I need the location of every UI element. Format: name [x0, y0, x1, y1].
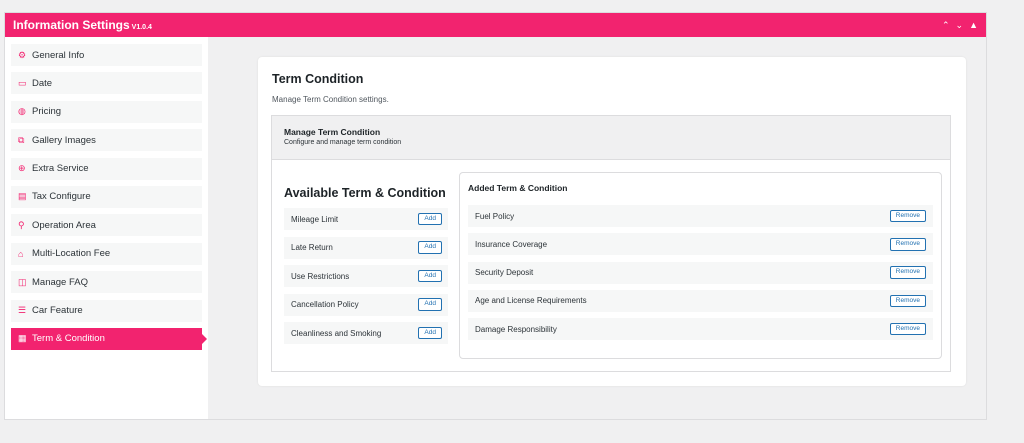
sidebar-item-label: Tax Configure [32, 191, 91, 203]
item-label: Insurance Coverage [475, 239, 548, 249]
sidebar-item-label: Car Feature [32, 305, 83, 317]
sidebar-item-label: Date [32, 77, 53, 89]
remove-button[interactable]: Remove [889, 266, 926, 279]
add-button[interactable]: Add [418, 298, 442, 311]
calendar-icon: ▭ [18, 77, 27, 88]
list-item: Age and License Requirements Remove [468, 289, 933, 312]
location-icon: ⌂ [18, 248, 24, 259]
section-title: Manage Term Condition [284, 127, 381, 137]
chevron-down-icon[interactable]: ⌄ [956, 20, 964, 31]
list-item: Fuel Policy Remove [468, 205, 933, 227]
sidebar-item-gallery-images[interactable]: ⧉ Gallery Images [11, 129, 202, 152]
item-label: Late Return [291, 243, 333, 252]
sidebar-item-label: Multi-Location Fee [32, 248, 111, 260]
remove-button[interactable]: Remove [889, 238, 926, 251]
triangle-up-icon[interactable]: ▲ [969, 20, 978, 31]
panel-title-text: Information Settings [13, 18, 130, 32]
manage-section: Manage Term Condition Configure and mana… [271, 115, 951, 372]
remove-button[interactable]: Remove [889, 209, 926, 223]
list-item: Cancellation Policy Add [284, 293, 448, 316]
version-label: V1.0.4 [131, 24, 152, 31]
sidebar-item-label: Term & Condition [32, 333, 105, 345]
document-icon: ▦ [18, 333, 27, 344]
panel-controls: ⌃ ⌄ ▲ [942, 20, 978, 31]
service-icon: ⊕ [18, 163, 26, 174]
sidebar-item-car-feature[interactable]: ☰ Car Feature [11, 299, 202, 322]
sidebar-item-tax-configure[interactable]: ▤ Tax Configure [11, 185, 202, 208]
sidebar-item-label: Operation Area [32, 219, 96, 231]
sidebar-item-label: Gallery Images [32, 134, 96, 146]
money-icon: ◍ [18, 106, 26, 117]
sidebar-item-label: Manage FAQ [32, 276, 88, 288]
chevron-up-icon[interactable]: ⌃ [942, 20, 950, 31]
add-button[interactable]: Add [418, 326, 442, 340]
sidebar-item-label: General Info [32, 49, 85, 61]
list-item: Cleanliness and Smoking Add [284, 322, 448, 344]
section-subtitle: Configure and manage term condition [284, 139, 402, 146]
sidebar-item-manage-faq[interactable]: ◫ Manage FAQ [11, 271, 202, 294]
page-subtitle: Manage Term Condition settings. [272, 95, 389, 104]
available-title: Available Term & Condition [284, 186, 446, 200]
page-title: Term Condition [272, 72, 364, 86]
list-icon: ☰ [18, 305, 27, 316]
settings-panel: Information Settings V1.0.4 ⌃ ⌄ ▲ ⚙ Genera… [4, 12, 987, 420]
section-header: Manage Term Condition Configure and mana… [272, 116, 950, 160]
settings-card: Term Condition Manage Term Condition set… [258, 57, 966, 386]
item-label: Fuel Policy [475, 211, 515, 221]
remove-button[interactable]: Remove [889, 294, 926, 308]
list-item: Use Restrictions Add [284, 265, 448, 287]
sidebar-item-general-info[interactable]: ⚙ General Info [11, 44, 202, 66]
list-item: Damage Responsibility Remove [468, 318, 933, 341]
item-label: Use Restrictions [291, 271, 350, 281]
sidebar-item-term-condition[interactable]: ▦ Term & Condition [11, 327, 207, 350]
add-button[interactable]: Add [418, 212, 442, 226]
sidebar-item-pricing[interactable]: ◍ Pricing [11, 100, 202, 123]
item-label: Cleanliness and Smoking [291, 328, 382, 338]
sidebar-item-label: Pricing [32, 106, 62, 118]
item-label: Mileage Limit [291, 214, 339, 224]
sidebar-item-label: Extra Service [32, 163, 89, 175]
remove-button[interactable]: Remove [889, 322, 926, 336]
sidebar: ⚙ General Info ▭ Date ◍ Pricing ⧉ Gallery Im… [5, 37, 208, 419]
sidebar-item-multi-location-fee[interactable]: ⌂ Multi-Location Fee [11, 242, 202, 265]
sidebar-item-extra-service[interactable]: ⊕ Extra Service [11, 157, 202, 180]
list-item: Security Deposit Remove [468, 261, 933, 284]
item-label: Security Deposit [475, 268, 534, 278]
item-label: Age and License Requirements [475, 296, 587, 306]
add-button[interactable]: Add [418, 269, 442, 283]
panel-header: Information Settings V1.0.4 ⌃ ⌄ ▲ [5, 13, 986, 37]
item-label: Cancellation Policy [291, 300, 359, 309]
item-label: Damage Responsibility [475, 324, 557, 334]
sidebar-item-operation-area[interactable]: ⚲ Operation Area [11, 214, 202, 237]
list-item: Insurance Coverage Remove [468, 233, 933, 256]
add-button[interactable]: Add [418, 241, 442, 254]
main-content: Term Condition Manage Term Condition set… [208, 37, 986, 419]
added-title: Added Term & Condition [468, 183, 568, 193]
added-list: Added Term & Condition Fuel Policy Remove… [459, 172, 942, 359]
faq-icon: ◫ [18, 276, 27, 287]
available-list: Available Term & Condition Mileage Limit… [284, 186, 448, 351]
panel-title: Information Settings V1.0.4 [13, 18, 152, 32]
tax-icon: ▤ [18, 191, 27, 202]
list-item: Mileage Limit Add [284, 208, 448, 230]
map-pin-icon: ⚲ [18, 219, 25, 230]
sidebar-item-date[interactable]: ▭ Date [11, 72, 202, 95]
images-icon: ⧉ [18, 134, 25, 145]
gear-icon: ⚙ [18, 49, 27, 60]
list-item: Late Return Add [284, 236, 448, 259]
